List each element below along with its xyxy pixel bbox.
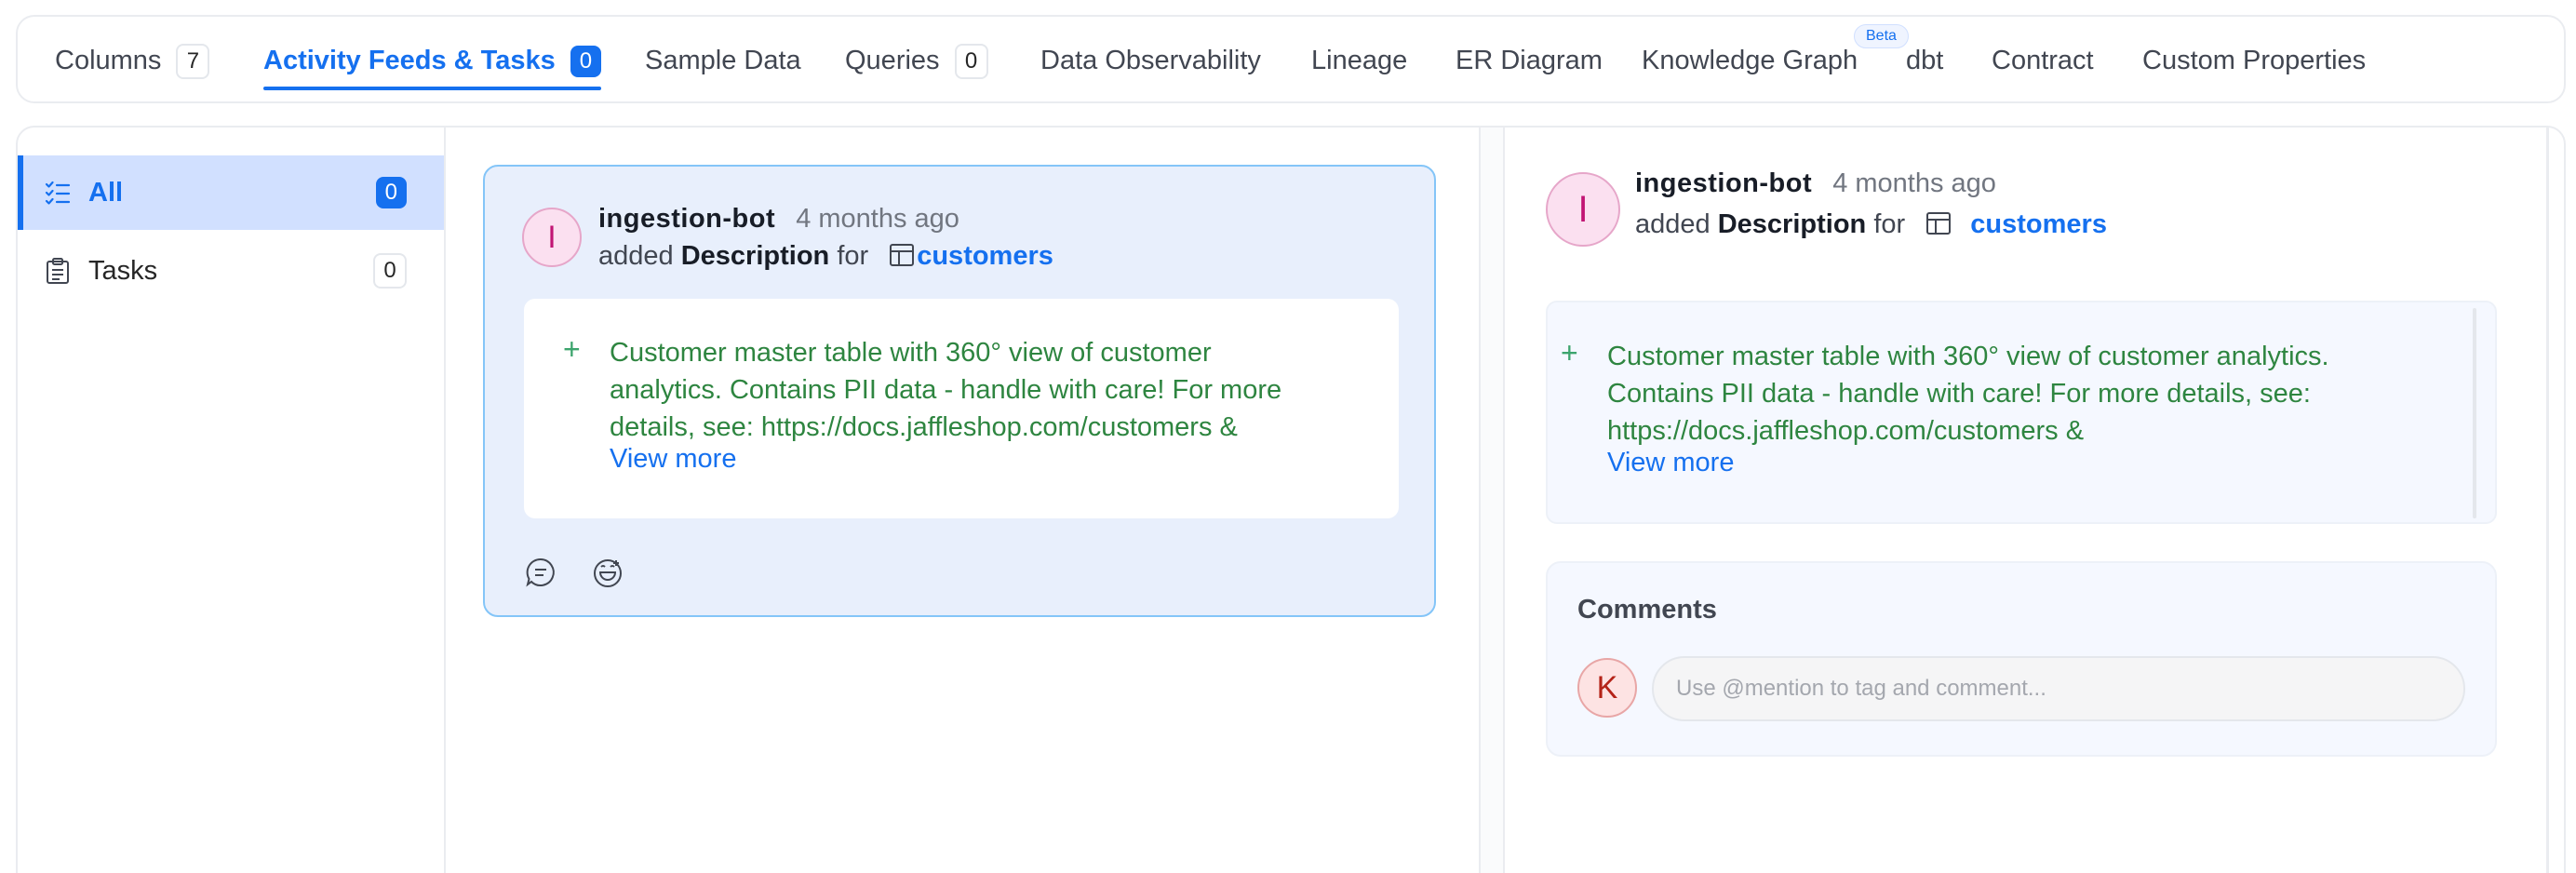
add-reaction-icon[interactable]	[591, 556, 624, 589]
avatar: I	[522, 208, 582, 267]
comment-input[interactable]	[1652, 656, 2465, 721]
feed-card[interactable]: I ingestion-bot 4 months ago added Descr…	[483, 165, 1436, 617]
action-verb: added	[598, 241, 674, 271]
detail-header: ingestion-bot 4 months ago	[1635, 168, 1996, 199]
view-more-link[interactable]: View more	[1607, 448, 1734, 478]
avatar: I	[1546, 172, 1620, 247]
action-verb: added	[1635, 209, 1711, 239]
tab-label: Lineage	[1311, 46, 1408, 75]
tab-label: Custom Properties	[2142, 46, 2367, 75]
reply-icon[interactable]	[524, 556, 557, 589]
author-name[interactable]: ingestion-bot	[1635, 168, 1812, 198]
tab-sample-data[interactable]: Sample Data	[645, 17, 801, 105]
entity-tabs-bar: Columns 7 Activity Feeds & Tasks 0 Sampl…	[16, 15, 2566, 103]
table-icon	[889, 242, 915, 275]
feed-filter-sidebar: All 0 Tasks 0	[18, 128, 446, 873]
description-line: Contains PII data - handle with care! Fo…	[1607, 379, 2311, 409]
description-line: https://docs.jaffleshop.com/customers &	[1607, 416, 2085, 446]
checklist-icon	[44, 179, 72, 207]
added-sign: +	[1561, 336, 1578, 369]
activity-feed-panel: All 0 Tasks 0 I ingestion-bot 4 months a…	[16, 126, 2566, 873]
tab-data-observability[interactable]: Data Observability	[1040, 17, 1261, 105]
tab-contract[interactable]: Contract	[1992, 17, 2094, 105]
tab-custom-properties[interactable]: Custom Properties	[2142, 17, 2366, 105]
tab-label: Activity Feeds & Tasks	[263, 46, 556, 75]
added-sign: +	[563, 332, 581, 366]
tab-label: Queries	[845, 46, 940, 75]
comments-title: Comments	[1577, 595, 1717, 625]
tab-label: Sample Data	[645, 46, 801, 75]
tab-label: Data Observability	[1040, 46, 1261, 75]
tab-label: ER Diagram	[1456, 46, 1603, 75]
sidebar-item-tasks[interactable]: Tasks 0	[18, 234, 444, 308]
tab-knowledge-graph[interactable]: Knowledge Graph	[1642, 17, 1858, 105]
action-field: Description	[680, 241, 830, 271]
sidebar-item-all[interactable]: All 0	[18, 155, 444, 230]
description-text: Customer master table with 360° view of …	[1607, 338, 2463, 450]
clipboard-icon	[44, 257, 72, 285]
view-more-link[interactable]: View more	[610, 444, 736, 475]
avatar: K	[1577, 658, 1637, 718]
tab-queries[interactable]: Queries 0	[845, 17, 988, 105]
feed-header: ingestion-bot 4 months ago	[598, 204, 959, 235]
description-line: details, see: https://docs.jaffleshop.co…	[610, 412, 1238, 442]
beta-badge: Beta	[1854, 24, 1909, 48]
tab-dbt[interactable]: dbt	[1906, 17, 1943, 105]
sidebar-count-badge: 0	[375, 177, 407, 208]
entity-link[interactable]: customers	[1970, 209, 2107, 239]
action-preposition: for	[837, 241, 869, 271]
description-scrollbar[interactable]	[2473, 308, 2476, 518]
comments-section: Comments K	[1546, 561, 2497, 757]
tab-count-badge: 7	[176, 43, 210, 79]
detail-scrollbar[interactable]	[2546, 128, 2549, 873]
description-diff: + Customer master table with 360° view o…	[524, 299, 1399, 518]
feed-timestamp: 4 months ago	[1832, 168, 1996, 198]
tab-label: dbt	[1906, 46, 1944, 75]
tab-er-diagram[interactable]: ER Diagram	[1456, 17, 1603, 105]
entity-link[interactable]: customers	[917, 241, 1053, 271]
action-preposition: for	[1873, 209, 1906, 239]
tab-label: Contract	[1992, 46, 2094, 75]
description-text: Customer master table with 360° view of …	[610, 334, 1382, 446]
description-line: Customer master table with 360° view of …	[1607, 342, 2329, 371]
tab-count-badge: 0	[954, 43, 988, 79]
feed-timestamp: 4 months ago	[796, 204, 959, 234]
description-line: analytics. Contains PII data - handle wi…	[610, 375, 1282, 405]
feed-action: added Description for customers	[598, 241, 1053, 275]
panel-resize-handle[interactable]	[1479, 128, 1505, 873]
tab-columns[interactable]: Columns 7	[55, 17, 210, 105]
tab-label: Columns	[55, 46, 162, 75]
description-line: Customer master table with 360° view of …	[610, 338, 1212, 368]
tab-label: Knowledge Graph	[1642, 46, 1858, 75]
tab-lineage[interactable]: Lineage	[1311, 17, 1407, 105]
detail-action: added Description for customers	[1635, 209, 2107, 244]
table-icon	[1925, 210, 1952, 244]
description-diff: + Customer master table with 360° view o…	[1546, 301, 2497, 524]
sidebar-item-label: Tasks	[88, 255, 158, 286]
tab-activity-feeds[interactable]: Activity Feeds & Tasks 0	[263, 17, 602, 105]
feed-detail-panel: I ingestion-bot 4 months ago added Descr…	[1505, 128, 2564, 873]
action-field: Description	[1717, 209, 1867, 239]
tab-count-badge: 0	[570, 45, 602, 77]
author-name[interactable]: ingestion-bot	[598, 204, 775, 234]
sidebar-item-label: All	[88, 177, 124, 208]
sidebar-count-badge: 0	[373, 253, 407, 289]
